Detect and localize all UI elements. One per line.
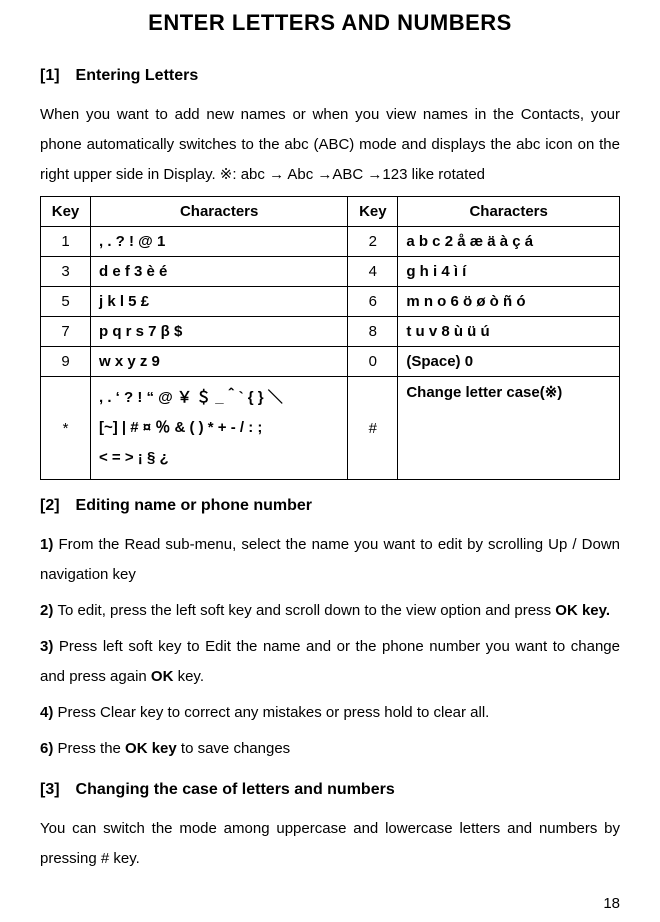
ok-key-label: OK key. xyxy=(555,602,610,619)
section-3-heading: [3] Changing the case of letters and num… xyxy=(40,774,620,806)
section-3-body: You can switch the mode among uppercase … xyxy=(40,814,620,874)
cell-key: 0 xyxy=(348,347,398,377)
cell-chars: p q r s 7 β $ xyxy=(91,317,348,347)
step-text: to save changes xyxy=(177,740,290,757)
cell-chars: t u v 8 ù ü ú xyxy=(398,317,620,347)
step-num: 4) xyxy=(40,704,58,721)
sym-line: < = > ¡ § ¿ xyxy=(99,449,169,466)
col-key: Key xyxy=(41,197,91,227)
table-row: 3 d e f 3 è é 4 g h i 4 ì í xyxy=(41,257,620,287)
step-2: 2) To edit, press the left soft key and … xyxy=(40,596,620,626)
step-num: 2) xyxy=(40,602,58,619)
page-title: ENTER LETTERS AND NUMBERS xyxy=(40,10,620,36)
cell-key: 2 xyxy=(348,227,398,257)
col-characters: Characters xyxy=(91,197,348,227)
sym-line: , . ‘ ? ! “ @ ￥ ＄ _＾` { } ＼ xyxy=(99,389,283,406)
cell-key: 7 xyxy=(41,317,91,347)
cell-key: 4 xyxy=(348,257,398,287)
step-4: 4) Press Clear key to correct any mistak… xyxy=(40,698,620,728)
cell-chars: , . ? ! @ 1 xyxy=(91,227,348,257)
section-1-heading: [1] Entering Letters xyxy=(40,60,620,92)
cell-chars-hash: Change letter case(※) xyxy=(398,377,620,480)
key-characters-table: Key Characters Key Characters 1 , . ? ! … xyxy=(40,196,620,480)
cell-key: 3 xyxy=(41,257,91,287)
cell-chars-star: , . ‘ ? ! “ @ ￥ ＄ _＾` { } ＼ [~] | # ¤ ％ … xyxy=(91,377,348,480)
step-text: Press Clear key to correct any mistakes … xyxy=(58,704,490,721)
step-text: From the Read sub-menu, select the name … xyxy=(40,536,620,583)
step-num: 1) xyxy=(40,536,58,553)
step-6: 6) Press the OK key to save changes xyxy=(40,734,620,764)
cell-chars: (Space) 0 xyxy=(398,347,620,377)
section-2-heading: [2] Editing name or phone number xyxy=(40,490,620,522)
cell-chars: j k l 5 £ xyxy=(91,287,348,317)
cell-chars: g h i 4 ì í xyxy=(398,257,620,287)
table-row: 1 , . ? ! @ 1 2 a b c 2 å æ ä à ç á xyxy=(41,227,620,257)
cell-key: 1 xyxy=(41,227,91,257)
step-text: Press the xyxy=(58,740,126,757)
cell-key-hash: # xyxy=(348,377,398,480)
cell-chars: m n o 6 ö ø ò ñ ó xyxy=(398,287,620,317)
step-text: Press left soft key to Edit the name and… xyxy=(40,638,620,685)
step-1: 1) From the Read sub-menu, select the na… xyxy=(40,530,620,590)
cell-chars: w x y z 9 xyxy=(91,347,348,377)
cell-key: 5 xyxy=(41,287,91,317)
sym-line: [~] | # ¤ ％ & ( ) * + - / : ; xyxy=(99,419,262,436)
page-number: 18 xyxy=(603,895,620,912)
table-row: 7 p q r s 7 β $ 8 t u v 8 ù ü ú xyxy=(41,317,620,347)
step-3: 3) Press left soft key to Edit the name … xyxy=(40,632,620,692)
table-row: * , . ‘ ? ! “ @ ￥ ＄ _＾` { } ＼ [~] | # ¤ … xyxy=(41,377,620,480)
cell-chars: d e f 3 è é xyxy=(91,257,348,287)
table-header-row: Key Characters Key Characters xyxy=(41,197,620,227)
col-characters: Characters xyxy=(398,197,620,227)
step-num: 6) xyxy=(40,740,58,757)
ok-key-label: OK key xyxy=(125,740,177,757)
cell-key: 6 xyxy=(348,287,398,317)
table-row: 9 w x y z 9 0 (Space) 0 xyxy=(41,347,620,377)
cell-key: 9 xyxy=(41,347,91,377)
step-text: key. xyxy=(173,668,204,685)
cell-key-star: * xyxy=(41,377,91,480)
section-1-body: When you want to add new names or when y… xyxy=(40,100,620,190)
table-row: 5 j k l 5 £ 6 m n o 6 ö ø ò ñ ó xyxy=(41,287,620,317)
cell-chars: a b c 2 å æ ä à ç á xyxy=(398,227,620,257)
step-num: 3) xyxy=(40,638,59,655)
cell-key: 8 xyxy=(348,317,398,347)
step-text: To edit, press the left soft key and scr… xyxy=(58,602,556,619)
col-key: Key xyxy=(348,197,398,227)
ok-key-label: OK xyxy=(151,668,174,685)
